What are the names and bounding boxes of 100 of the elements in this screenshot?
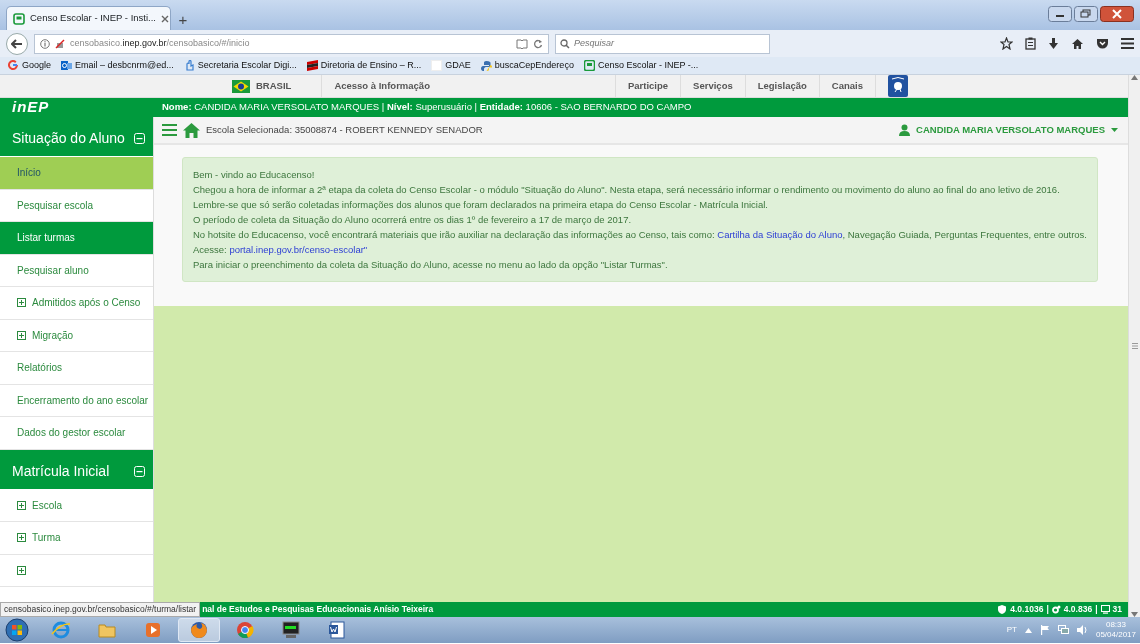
gov-nav-link[interactable]: Serviços bbox=[680, 75, 745, 97]
hand-icon bbox=[183, 60, 195, 71]
message-text: Lembre-se que só serão coletadas informações dos alunos que foram declarados na primeira etapa do Censo Escolar - Matrícula Inicial. bbox=[192, 198, 769, 212]
firefox-icon bbox=[189, 620, 209, 640]
footer-text: nal de Estudos e Pesquisas Educacionais Anísio Teixeira bbox=[201, 603, 434, 616]
message-text: Acesse: portal.inep.gov.br/censo-escolar" bbox=[192, 243, 369, 257]
clipboard-icon[interactable] bbox=[1025, 37, 1036, 50]
user-icon bbox=[899, 124, 911, 136]
message-text: Bem - vindo ao Educacenso! bbox=[192, 168, 316, 182]
bookmark[interactable]: buscaCepEndereço bbox=[480, 58, 574, 73]
mail-app-icon bbox=[61, 60, 73, 71]
google-icon bbox=[8, 60, 19, 71]
message-text: Para iniciar o preenchimento da coleta da Situação do Aluno, acesse no menu ao lado da opção "Listar Turmas". bbox=[192, 258, 669, 272]
download-icon[interactable] bbox=[1048, 37, 1059, 50]
sidebar-item[interactable]: Listar turmas bbox=[0, 222, 153, 255]
sidebar-item[interactable]: Dados do gestor escolar bbox=[0, 417, 153, 450]
python-icon bbox=[480, 60, 492, 71]
back-button[interactable] bbox=[6, 32, 28, 55]
caret-icon bbox=[1111, 128, 1118, 132]
star-icon[interactable] bbox=[1000, 37, 1013, 50]
selected-school-text: Escola Selecionada: 35008874 - ROBERT KENNEDY SENADOR bbox=[205, 122, 483, 137]
expand-icon[interactable] bbox=[17, 533, 26, 543]
terminal-icon bbox=[281, 620, 301, 640]
bookmark[interactable]: Censo Escolar - INEP -... bbox=[583, 58, 699, 73]
bookmark[interactable]: Email – desbcnrm@ed... bbox=[61, 58, 174, 73]
browser-tab[interactable]: Censo Escolar - INEP - Insti... bbox=[6, 6, 171, 30]
access-info-link[interactable]: Acesso à Informação bbox=[321, 75, 615, 97]
home-icon[interactable] bbox=[1071, 37, 1084, 50]
page-icon bbox=[13, 12, 25, 25]
version-text: 4.0.836 bbox=[1063, 603, 1093, 616]
sidebar-item[interactable]: Admitidos após o Censo bbox=[0, 287, 153, 320]
new-tab-button[interactable]: + bbox=[171, 8, 195, 30]
search-field[interactable]: Pesquisar bbox=[555, 33, 770, 54]
bookmark[interactable]: Secretaria Escolar Digi... bbox=[183, 58, 297, 73]
scroll-thumb-grip-icon[interactable] bbox=[1131, 343, 1138, 349]
menu-icon[interactable] bbox=[1121, 38, 1134, 49]
sidebar-section-header[interactable]: Situação do Aluno bbox=[0, 117, 153, 157]
message-text: No hotsite do Educacenso, você encontrará materiais que irão auxiliar na declaração das informações ao Censo, tais como: Cartilha da Situação do Aluno, Navegação Guiada, Perguntas Frequentes, entre outros. bbox=[192, 228, 1087, 242]
reader-view-icon[interactable] bbox=[516, 38, 528, 49]
taskbar-app-button[interactable] bbox=[178, 618, 220, 642]
sidebar-item[interactable]: Encerramento do ano escolar bbox=[0, 384, 153, 417]
bookmark[interactable]: Google bbox=[8, 58, 52, 73]
status-url-tooltip: censobasico.inep.gov.br/censobasico/#/turma/listar bbox=[0, 602, 201, 617]
version-text: 4.0.1036 bbox=[1010, 603, 1044, 616]
close-icon[interactable] bbox=[161, 14, 169, 23]
address-bar[interactable]: censobasico.inep.gov.br/censobasico/#/inicio bbox=[34, 33, 549, 54]
chrome-icon bbox=[235, 620, 255, 640]
speaker-icon[interactable] bbox=[1076, 625, 1088, 635]
info-icon bbox=[40, 38, 50, 49]
browser-e-icon bbox=[51, 620, 71, 640]
inep-logo: inEP bbox=[11, 97, 51, 118]
blank-page-icon bbox=[431, 60, 443, 71]
search-icon bbox=[560, 38, 570, 49]
collapse-icon[interactable] bbox=[133, 133, 145, 144]
network-icon[interactable] bbox=[1057, 625, 1069, 635]
user-info-text: Nome: CANDIDA MARIA VERSOLATO MARQUES | Nível: Superusuário | Entidade: 10606 - SAO BERNARDO DO CAMPO bbox=[162, 100, 692, 115]
shield-icon bbox=[998, 605, 1008, 614]
tray-expand-icon[interactable] bbox=[1024, 627, 1032, 633]
minimize-icon[interactable] bbox=[1048, 6, 1072, 22]
page-icon bbox=[583, 60, 595, 71]
version-separator: | bbox=[1095, 603, 1098, 616]
gears-icon bbox=[1051, 605, 1061, 614]
broken-lock-icon bbox=[55, 38, 65, 49]
message-text: O período de coleta da Situação do Aluno ocorrerá entre os dias 1º de fevereiro a 17 de março de 2017. bbox=[192, 213, 633, 227]
version-separator: | bbox=[1046, 603, 1049, 616]
gov-nav-link[interactable]: Legislação bbox=[744, 75, 819, 97]
document-w-icon bbox=[327, 620, 347, 640]
scrollbar[interactable] bbox=[1128, 75, 1140, 617]
expand-icon[interactable] bbox=[17, 565, 26, 575]
monitor-icon bbox=[1100, 605, 1110, 614]
restore-icon[interactable] bbox=[1074, 6, 1098, 22]
brazil-flag-icon bbox=[232, 79, 250, 93]
pocket-icon[interactable] bbox=[1096, 37, 1109, 50]
message-text: Chegou a hora de informar a 2ª etapa da coleta do Censo Escolar - o módulo "Situação do Aluno". Nesta etapa, será necessário informar o rendimento ou movimento do aluno ao final do ano letivo de 2016. bbox=[192, 183, 1061, 197]
sidebar-section-header[interactable]: Matrícula Inicial bbox=[0, 449, 153, 490]
gov-nav-link[interactable]: Canais bbox=[818, 75, 875, 97]
sidebar-item[interactable]: Pesquisar aluno bbox=[0, 254, 153, 287]
brasil-link[interactable]: BRASIL bbox=[220, 75, 322, 97]
striped-flag-icon bbox=[306, 60, 318, 71]
back-arrow-icon bbox=[11, 38, 23, 49]
gov-nav-link[interactable]: Participe bbox=[614, 75, 681, 97]
user-menu[interactable]: CANDIDA MARIA VERSOLATO MARQUES bbox=[899, 122, 1118, 138]
sidebar-item[interactable]: Relatórios bbox=[0, 352, 153, 385]
expand-icon[interactable] bbox=[17, 500, 26, 510]
sidebar-item[interactable]: Escola bbox=[0, 489, 153, 522]
message-link[interactable]: portal.inep.gov.br/censo-escolar" bbox=[229, 244, 368, 255]
flag-icon[interactable] bbox=[1039, 625, 1050, 635]
reload-icon[interactable] bbox=[533, 38, 543, 49]
sidebar-item[interactable]: Migração bbox=[0, 319, 153, 352]
sidebar-item[interactable]: Início bbox=[0, 157, 153, 190]
play-icon bbox=[143, 620, 163, 640]
expand-icon[interactable] bbox=[17, 298, 26, 308]
bookmark[interactable]: GDAE bbox=[431, 58, 471, 73]
close-icon[interactable] bbox=[1100, 6, 1134, 22]
start-orb-icon[interactable] bbox=[4, 618, 30, 642]
expand-icon[interactable] bbox=[17, 330, 26, 340]
collapse-icon[interactable] bbox=[133, 465, 145, 477]
accessibility-icon[interactable] bbox=[888, 75, 908, 97]
bookmark[interactable]: Diretoria de Ensino – R... bbox=[306, 58, 422, 73]
sidebar-item[interactable]: Turma bbox=[0, 522, 153, 555]
